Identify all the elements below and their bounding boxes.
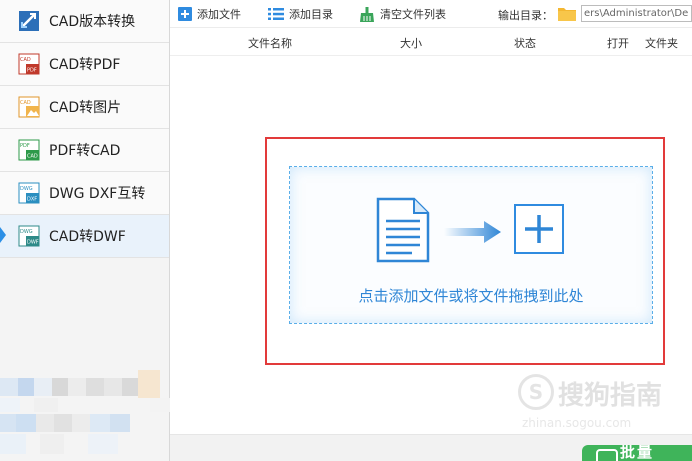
sidebar: CAD版本转换 CAD PDF CAD转PDF CAD CAD转图片 PDF C…: [0, 0, 170, 461]
sidebar-item-label: PDF转CAD: [49, 143, 121, 159]
sidebar-item-pdf-to-cad[interactable]: PDF CAD PDF转CAD: [0, 129, 169, 172]
dwf-small-text: DWF: [27, 240, 39, 246]
watermark: S 搜狗指南 zhinan.sogou.com: [514, 372, 684, 434]
dwg-small-text: DWG: [20, 229, 33, 235]
column-header-filename[interactable]: 文件名称: [248, 35, 292, 51]
watermark-logo-icon: S: [518, 374, 554, 410]
sidebar-item-cad-to-image[interactable]: CAD CAD转图片: [0, 86, 169, 129]
cad-small-text: CAD: [27, 154, 38, 160]
pdf-small-text: PDF: [27, 68, 37, 74]
toolbar: 添加文件 添加目录 清空文件列表 输出目录：: [170, 0, 692, 28]
document-icon: [376, 197, 430, 263]
cad-to-pdf-icon: CAD PDF: [18, 53, 40, 75]
cad-version-icon: [19, 11, 39, 31]
folder-icon[interactable]: [558, 6, 576, 21]
arrow-right-icon: [444, 221, 501, 243]
watermark-url: zhinan.sogou.com: [522, 416, 632, 430]
sidebar-item-cad-version[interactable]: CAD版本转换: [0, 0, 169, 43]
column-header-status[interactable]: 状态: [514, 35, 536, 51]
column-header-folder[interactable]: 文件夹: [645, 35, 678, 51]
sidebar-item-label: CAD版本转换: [49, 14, 136, 30]
add-file-plus-button[interactable]: [514, 204, 564, 254]
sidebar-item-label: CAD转DWF: [49, 229, 126, 245]
list-icon: [268, 8, 284, 20]
sidebar-item-cad-to-dwf[interactable]: DWG DWF CAD转DWF: [0, 215, 169, 258]
batch-convert-label: 批量: [620, 445, 655, 461]
sidebar-item-dwg-dxf[interactable]: DWG DXF DWG DXF互转: [0, 172, 169, 215]
column-header-open[interactable]: 打开: [607, 35, 629, 51]
batch-convert-button[interactable]: 批量: [582, 445, 692, 461]
add-file-icon: [178, 7, 192, 21]
file-drop-zone[interactable]: 点击添加文件或将文件拖拽到此处: [289, 166, 653, 324]
broom-icon: [360, 6, 374, 22]
sidebar-item-label: CAD转PDF: [49, 57, 121, 73]
cad-small-text: CAD: [20, 100, 31, 106]
sidebar-item-cad-to-pdf[interactable]: CAD PDF CAD转PDF: [0, 43, 169, 86]
clear-list-label: 清空文件列表: [380, 8, 446, 21]
watermark-text: 搜狗指南: [558, 381, 663, 411]
cad-small-text: CAD: [20, 57, 31, 63]
cad-to-dwf-icon: DWG DWF: [18, 225, 40, 247]
pdf-to-cad-icon: PDF CAD: [18, 139, 40, 161]
add-directory-button[interactable]: 添加目录: [268, 5, 333, 23]
pdf-small-text: PDF: [20, 143, 30, 149]
dwg-dxf-icon: DWG DXF: [18, 182, 40, 204]
output-path-input[interactable]: [581, 5, 692, 22]
add-directory-label: 添加目录: [289, 8, 333, 21]
clear-list-button[interactable]: 清空文件列表: [359, 5, 446, 23]
sidebar-item-label: DWG DXF互转: [49, 186, 146, 202]
dxf-small-text: DXF: [27, 197, 37, 203]
add-file-button[interactable]: 添加文件: [178, 5, 241, 23]
cad-to-image-icon: CAD: [18, 96, 40, 118]
output-directory-label: 输出目录：: [498, 9, 553, 22]
convert-icon: [596, 449, 618, 461]
column-header-size[interactable]: 大小: [400, 35, 422, 51]
add-file-label: 添加文件: [197, 8, 241, 21]
drop-zone-hint: 点击添加文件或将文件拖拽到此处: [358, 287, 584, 305]
plus-icon: [525, 215, 553, 243]
dwg-small-text: DWG: [20, 186, 33, 192]
pixelated-region: [0, 370, 170, 461]
sidebar-item-label: CAD转图片: [49, 100, 122, 116]
file-table-header: 文件名称 大小 状态 打开 文件夹: [170, 28, 692, 56]
